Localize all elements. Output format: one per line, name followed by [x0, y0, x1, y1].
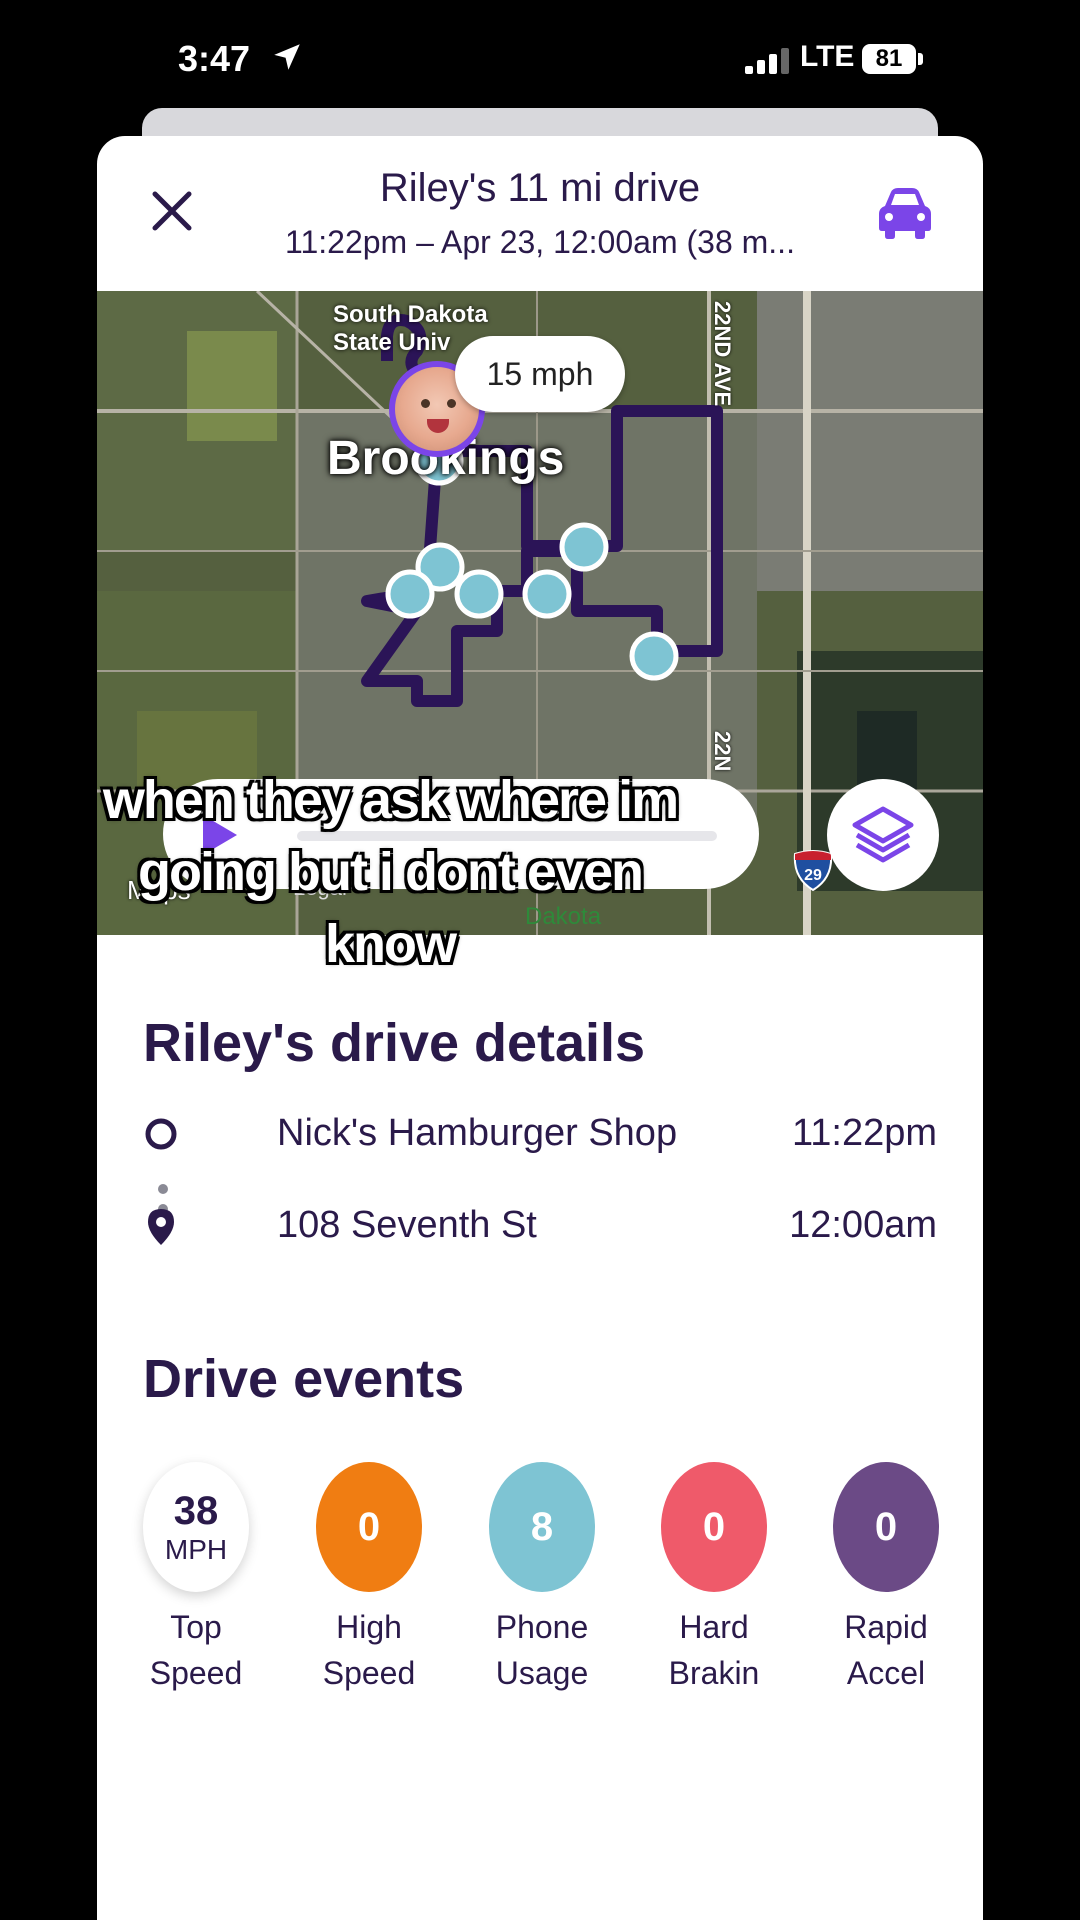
car-icon[interactable]	[875, 184, 935, 240]
map-label-road: 22ND AVE	[710, 301, 735, 407]
stop-start[interactable]: Nick's Hamburger Shop 11:22pm	[143, 1102, 937, 1172]
event-label: Phone Usage	[489, 1604, 595, 1696]
current-speed-bubble: 15 mph	[455, 336, 625, 412]
event-label-line1: High	[336, 1609, 402, 1645]
cellular-signal-icon	[745, 46, 791, 74]
event-label-line2: Speed	[149, 1655, 243, 1691]
battery-tip	[918, 53, 923, 65]
event-label: Hard Brakin	[661, 1604, 767, 1696]
event-label-line1: Hard	[679, 1609, 749, 1645]
event-label: Top Speed	[143, 1604, 249, 1696]
event-phone-usage[interactable]: 8 Phone Usage	[489, 1462, 595, 1696]
map-layers-button[interactable]	[827, 779, 939, 891]
event-label-line2: Usage	[495, 1655, 589, 1691]
interstate-number: 29	[804, 867, 822, 884]
event-top-speed[interactable]: 38 MPH Top Speed	[143, 1462, 249, 1696]
drive-details-title: Riley's drive details	[143, 1013, 646, 1073]
hard-braking-badge: 0	[661, 1462, 767, 1592]
location-arrow-icon	[274, 44, 300, 70]
stop-end-name: 108 Seventh St	[277, 1204, 537, 1246]
event-rapid-accel[interactable]: 0 Rapid Accel	[833, 1462, 939, 1696]
event-label: High Speed	[316, 1604, 422, 1696]
event-label-line2: Accel	[846, 1655, 926, 1691]
event-label-line1: Top	[170, 1609, 222, 1645]
phone-usage-badge: 8	[489, 1462, 595, 1592]
event-label-line1: Phone	[495, 1609, 589, 1645]
start-circle-icon	[145, 1118, 177, 1150]
top-speed-value: 38	[173, 1488, 219, 1533]
battery-indicator: 81	[862, 44, 916, 74]
sheet-header: Riley's 11 mi drive 11:22pm – Apr 23, 12…	[97, 136, 983, 291]
stop-end-time: 12:00am	[789, 1204, 937, 1246]
event-hard-braking[interactable]: 0 Hard Brakin	[661, 1462, 767, 1696]
high-speed-badge: 0	[316, 1462, 422, 1592]
event-label-line1: Rapid	[844, 1609, 928, 1645]
video-caption: when they ask where im going but i dont …	[102, 770, 679, 974]
location-pin-icon	[148, 1209, 174, 1245]
page-title: Riley's 11 mi drive	[379, 166, 701, 210]
layers-icon	[852, 806, 914, 863]
event-label-line2: Speed	[322, 1655, 416, 1691]
status-time: 3:47	[178, 38, 251, 79]
stop-end[interactable]: 108 Seventh St 12:00am	[143, 1194, 937, 1264]
event-high-speed[interactable]: 0 High Speed	[316, 1462, 422, 1696]
stop-start-time: 11:22pm	[791, 1112, 937, 1154]
event-label: Rapid Accel	[833, 1604, 939, 1696]
drive-events-title: Drive events	[143, 1349, 465, 1409]
drive-time-range: 11:22pm – Apr 23, 12:00am (38 m...	[285, 224, 795, 260]
drive-sheet: Riley's 11 mi drive 11:22pm – Apr 23, 12…	[97, 136, 983, 1920]
map-label-road-2: 22N	[710, 731, 735, 772]
map-label-university-line1: South Dakota	[333, 301, 488, 328]
top-speed-badge: 38 MPH	[143, 1462, 249, 1592]
status-bar: 3:47 LTE 81	[0, 0, 1080, 110]
network-type: LTE	[800, 40, 855, 73]
rapid-accel-badge: 0	[833, 1462, 939, 1592]
stop-start-name: Nick's Hamburger Shop	[277, 1112, 678, 1154]
top-speed-unit: MPH	[164, 1533, 228, 1565]
event-label-line2: Brakin	[668, 1655, 760, 1691]
